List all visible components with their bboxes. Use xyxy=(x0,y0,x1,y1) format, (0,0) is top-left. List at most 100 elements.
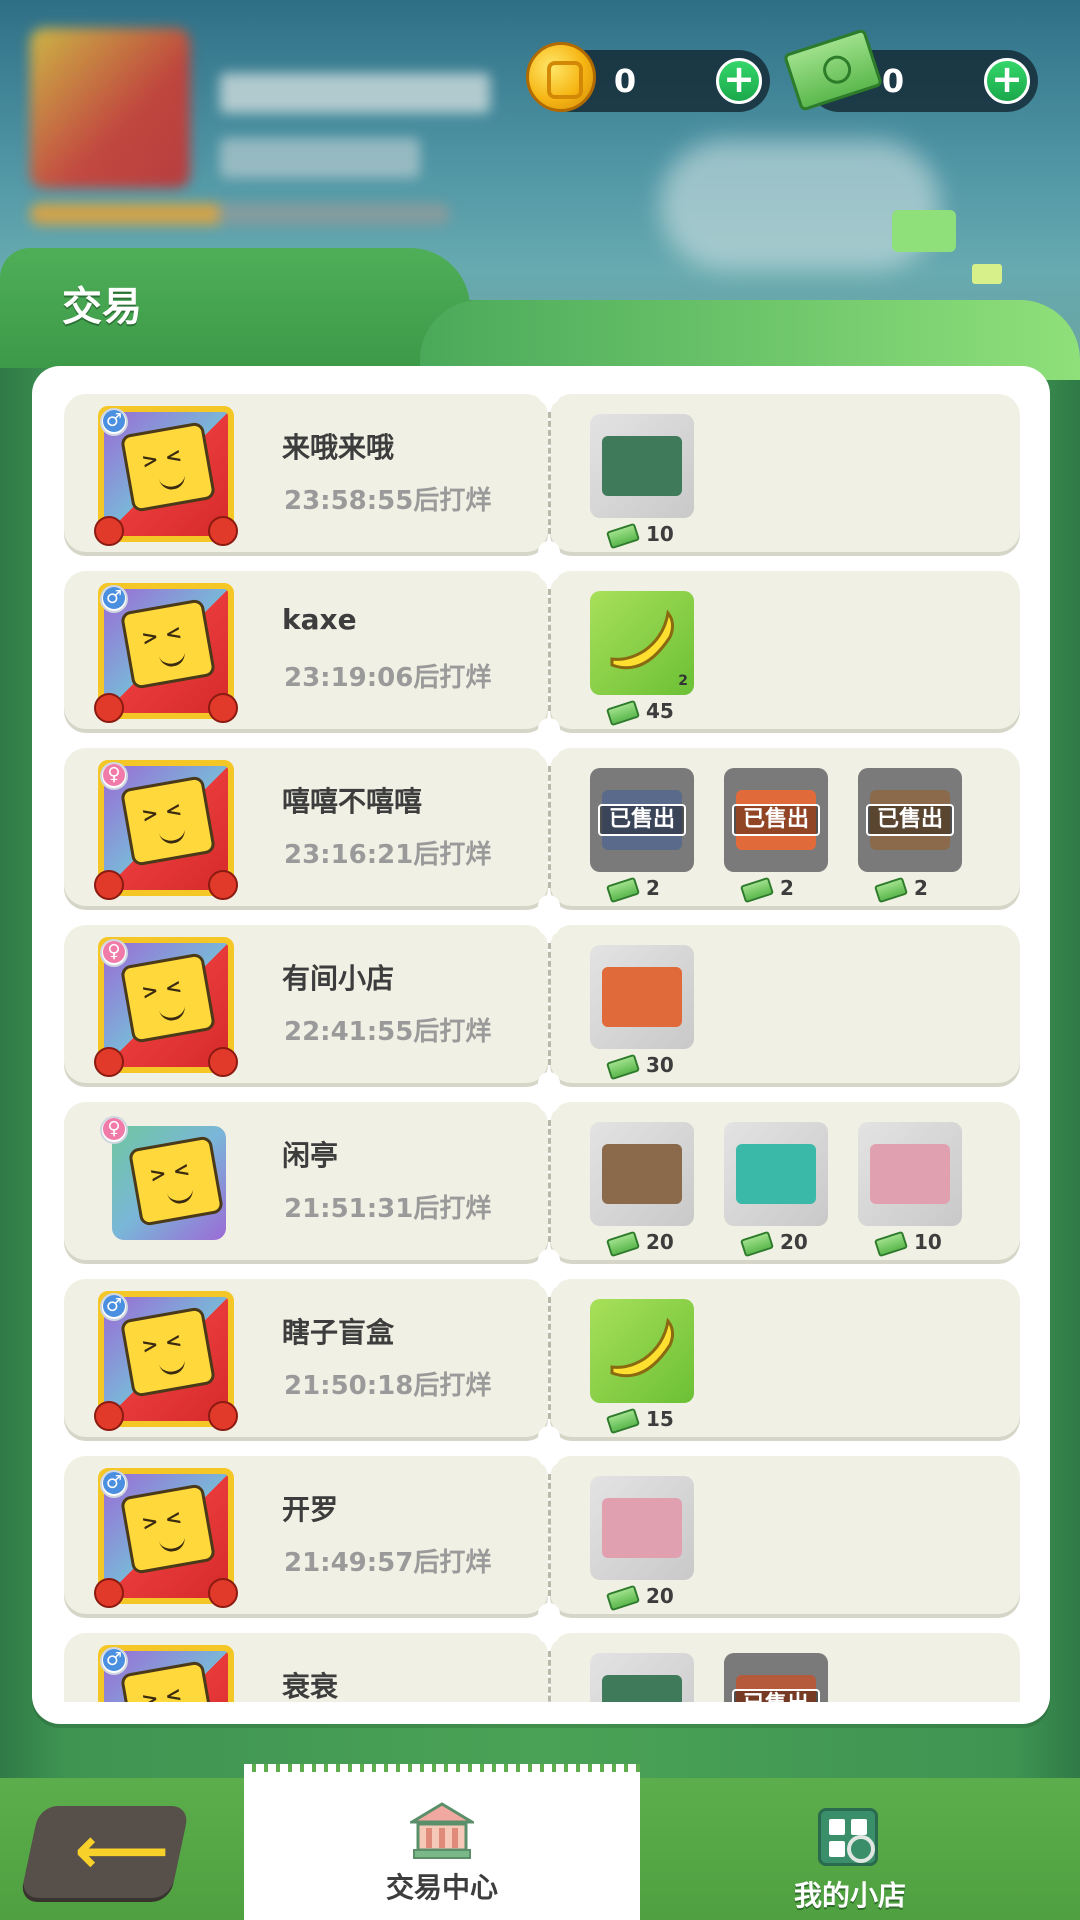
cash-icon xyxy=(605,1407,641,1434)
trader-name: kaxe xyxy=(282,603,357,636)
building-icon xyxy=(602,967,682,1027)
goods-card[interactable]: 15 xyxy=(550,1279,1020,1437)
tab-my-shop[interactable]: 我的小店 xyxy=(700,1778,1000,1920)
item-price: 10 xyxy=(873,1228,942,1257)
add-cash-button[interactable]: + xyxy=(984,58,1030,104)
decoration-block-small xyxy=(972,264,1002,284)
building-item[interactable] xyxy=(590,945,694,1049)
trader-card[interactable]: ♀ 有间小店 22:41:55后打烊 xyxy=(64,925,548,1083)
building-item[interactable]: 已售出 xyxy=(858,768,962,872)
item-price: 20 xyxy=(605,1582,674,1611)
trader-avatar xyxy=(112,1126,226,1240)
trade-row[interactable]: ♀ 嘻嘻不嘻嘻 23:16:21后打烊 已售出 2 已售出 2 已售出 2 xyxy=(64,737,1020,917)
avatar-face xyxy=(119,1306,217,1398)
avatar-ball xyxy=(208,1047,238,1077)
trader-card[interactable]: ♂ kaxe 23:19:06后打烊 xyxy=(64,571,548,729)
building-item[interactable] xyxy=(590,1653,694,1702)
coin-value: 0 xyxy=(613,62,637,100)
building-item[interactable] xyxy=(590,1476,694,1580)
trader-card[interactable]: ♂ 开罗 21:49:57后打烊 xyxy=(64,1456,548,1614)
banana-icon xyxy=(610,1317,675,1378)
male-icon: ♂ xyxy=(100,408,128,436)
item-price-value: 10 xyxy=(914,1230,942,1254)
closing-countdown: 22:41:55后打烊 xyxy=(284,1017,492,1047)
ticket-notch xyxy=(538,383,560,405)
cash-icon xyxy=(605,1584,641,1611)
ticket-notch xyxy=(538,560,560,582)
trader-name: 有间小店 xyxy=(282,962,395,995)
goods-card[interactable]: 30 xyxy=(550,925,1020,1083)
item-price-value: 2 xyxy=(646,876,660,900)
trader-card[interactable]: ♀ 嘻嘻不嘻嘻 23:16:21后打烊 xyxy=(64,748,548,906)
trader-name: 开罗 xyxy=(282,1493,339,1526)
ticket-notch xyxy=(538,1091,560,1113)
avatar-face xyxy=(127,1135,225,1227)
sold-out-badge: 已售出 xyxy=(732,804,820,836)
trade-row[interactable]: ♀ 闲亭 21:51:31后打烊 20 20 10 xyxy=(64,1091,1020,1271)
ticket-notch xyxy=(538,1268,560,1290)
tab-trade-center-label: 交易中心 xyxy=(385,1871,498,1904)
male-icon: ♂ xyxy=(100,1647,128,1675)
trade-row[interactable]: ♀ 有间小店 22:41:55后打烊 30 xyxy=(64,914,1020,1094)
avatar-ball xyxy=(94,1401,124,1431)
blurred-progress-bar xyxy=(30,203,450,225)
item-price-value: 20 xyxy=(780,1230,808,1254)
tab-trade-center[interactable]: 交易中心 xyxy=(244,1764,640,1920)
avatar-ball xyxy=(94,870,124,900)
male-icon: ♂ xyxy=(100,1470,128,1498)
item-price-value: 2 xyxy=(780,876,794,900)
trade-list[interactable]: ♂来哦来哦23:58:55后打烊 10 ♂kaxe23:19:06后打烊245♀嘻嘻… xyxy=(32,366,1050,1724)
item-price: 10 xyxy=(605,520,674,549)
goods-card[interactable]: 10 xyxy=(550,394,1020,552)
goods-card[interactable]: 已售出 xyxy=(550,1633,1020,1702)
decoration-block xyxy=(892,210,956,252)
avatar-face xyxy=(119,1483,217,1575)
trade-row[interactable]: ♂ 开罗 21:49:57后打烊 20 xyxy=(64,1445,1020,1625)
ticket-divider xyxy=(548,1651,551,1702)
goods-card[interactable]: 20 xyxy=(550,1456,1020,1614)
building-item[interactable] xyxy=(590,1122,694,1226)
item-price-value: 10 xyxy=(646,522,674,546)
building-item[interactable]: 已售出 xyxy=(590,768,694,872)
banana-item[interactable]: 2 xyxy=(590,591,694,695)
avatar-ball xyxy=(94,1047,124,1077)
ticket-divider xyxy=(548,589,551,711)
item-price: 2 xyxy=(605,874,660,903)
goods-card[interactable]: 2 45 xyxy=(550,571,1020,729)
item-price-value: 20 xyxy=(646,1230,674,1254)
building-item[interactable] xyxy=(858,1122,962,1226)
trade-row[interactable]: ♂ kaxe 23:19:06后打烊 245 xyxy=(64,560,1020,740)
closing-countdown: 23:58:55后打烊 xyxy=(284,486,492,516)
blurred-name-bar xyxy=(220,73,490,113)
ticket-divider xyxy=(548,766,551,888)
trader-name: 瞎子盲盒 xyxy=(282,1316,395,1349)
building-icon xyxy=(602,1675,682,1702)
trade-list-scroll[interactable]: ♂来哦来哦23:58:55后打烊 10 ♂kaxe23:19:06后打烊245♀嘻嘻… xyxy=(32,366,1050,1702)
trader-card[interactable]: ♂ 衰衰 xyxy=(64,1633,548,1702)
avatar-face xyxy=(119,421,217,513)
building-item[interactable] xyxy=(724,1122,828,1226)
bottom-nav: ⟵ 交易中心 我的小店 xyxy=(0,1764,1080,1920)
building-item[interactable]: 已售出 xyxy=(724,1653,828,1702)
goods-card[interactable]: 20 20 10 xyxy=(550,1102,1020,1260)
item-price: 2 xyxy=(739,874,794,903)
back-button[interactable]: ⟵ xyxy=(20,1806,190,1898)
banana-item[interactable] xyxy=(590,1299,694,1403)
building-item[interactable] xyxy=(590,414,694,518)
trader-card[interactable]: ♂ 来哦来哦 23:58:55后打烊 xyxy=(64,394,548,552)
trade-row[interactable]: ♂ 衰衰 已售出 xyxy=(64,1622,1020,1702)
banana-icon xyxy=(610,609,675,670)
goods-card[interactable]: 已售出 2 已售出 2 已售出 2 xyxy=(550,748,1020,906)
add-coin-button[interactable]: + xyxy=(716,58,762,104)
trade-center-icon xyxy=(410,1802,474,1859)
trader-card[interactable]: ♂ 瞎子盲盒 21:50:18后打烊 xyxy=(64,1279,548,1437)
building-item[interactable]: 已售出 xyxy=(724,768,828,872)
trade-row[interactable]: ♂ 瞎子盲盒 21:50:18后打烊 15 xyxy=(64,1268,1020,1448)
cash-icon xyxy=(873,1230,909,1257)
trader-card[interactable]: ♀ 闲亭 21:51:31后打烊 xyxy=(64,1102,548,1260)
sold-out-badge: 已售出 xyxy=(866,804,954,836)
trade-row[interactable]: ♂ 来哦来哦 23:58:55后打烊 10 xyxy=(64,383,1020,563)
ticket-divider xyxy=(548,943,551,1065)
item-price: 15 xyxy=(605,1405,674,1434)
cash-icon xyxy=(605,699,641,726)
